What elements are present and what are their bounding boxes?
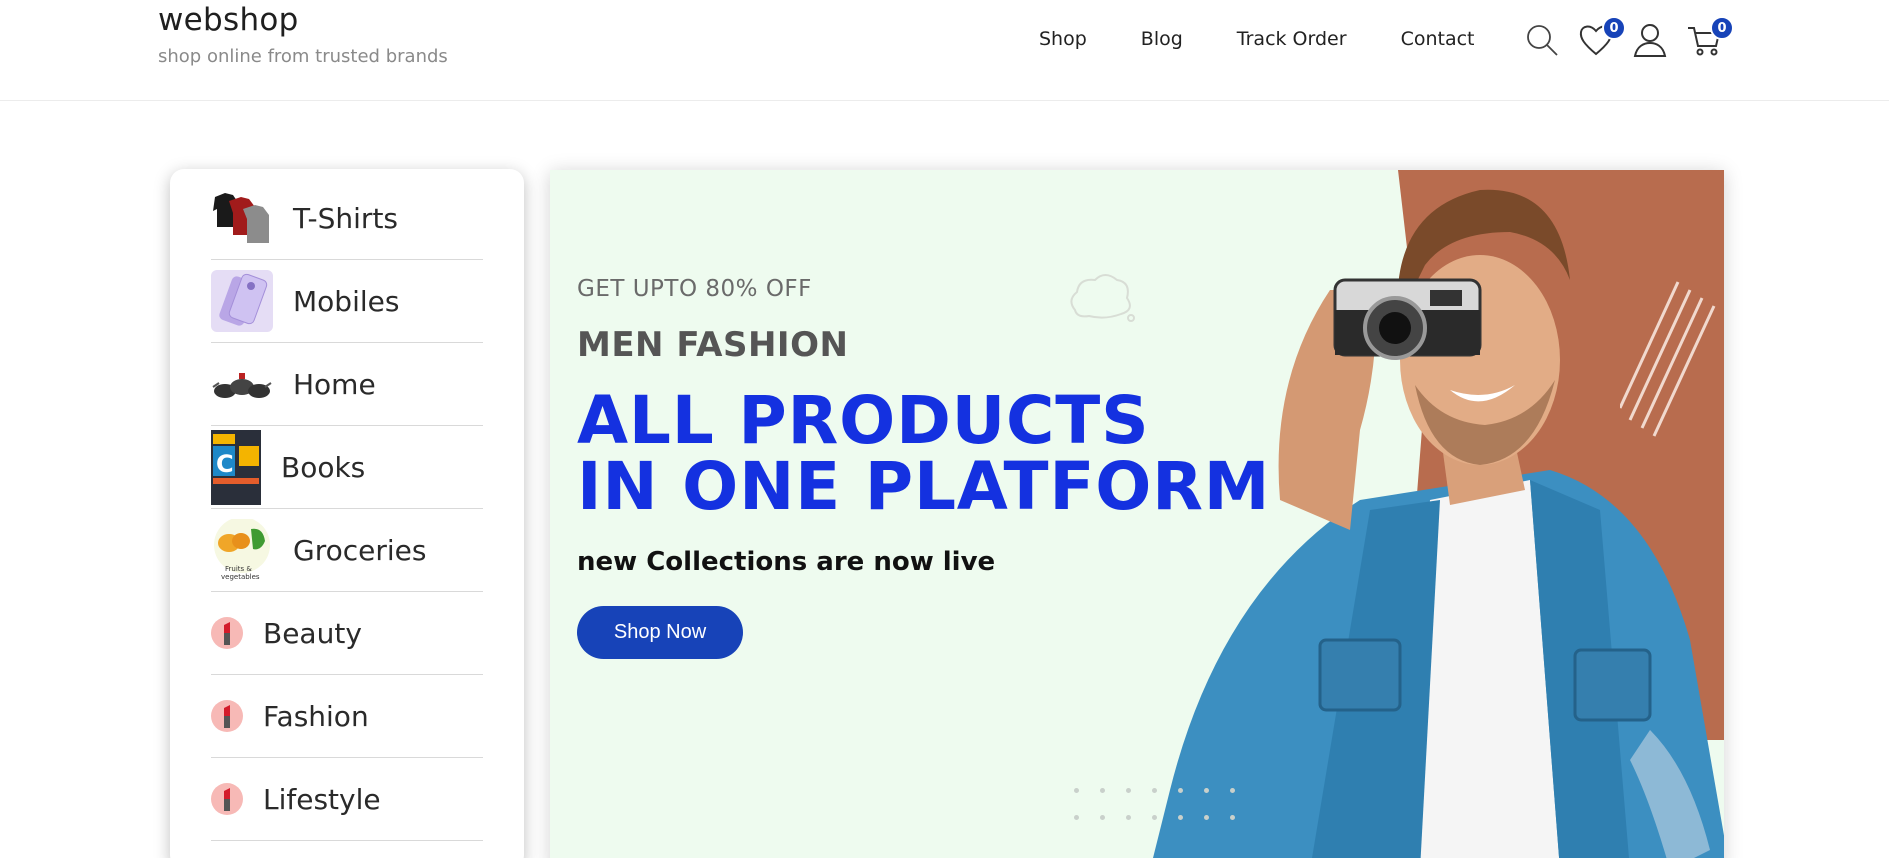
nav-track-order[interactable]: Track Order: [1237, 28, 1347, 50]
category-label: Home: [293, 367, 376, 401]
brand-tagline: shop online from trusted brands: [158, 46, 448, 67]
mobiles-thumb: [211, 270, 273, 332]
dot-pattern-decoration: [1074, 788, 1256, 820]
category-item-lifestyle[interactable]: Lifestyle: [211, 758, 483, 841]
books-thumb: C: [211, 429, 261, 505]
brand-name[interactable]: webshop: [158, 2, 448, 38]
category-label: Groceries: [293, 533, 427, 567]
nav-contact[interactable]: Contact: [1401, 28, 1475, 50]
svg-text:C: C: [216, 450, 234, 478]
wishlist-count-badge: 0: [1602, 16, 1626, 40]
cart-button[interactable]: 0: [1686, 16, 1734, 58]
category-item-home[interactable]: Home: [211, 343, 483, 426]
category-label: T-Shirts: [293, 201, 399, 235]
category-item-groceries[interactable]: Fruits & vegetables Groceries: [211, 509, 483, 592]
hero-description: new Collections are now live: [577, 547, 996, 577]
hero-title: ALL PRODUCTS IN ONE PLATFORM: [577, 388, 1270, 520]
site-header: webshop shop online from trusted brands …: [0, 0, 1889, 101]
tshirts-thumb: [211, 187, 273, 249]
hero-title-line-1: ALL PRODUCTS: [577, 382, 1150, 459]
account-button[interactable]: [1632, 22, 1668, 58]
groceries-thumb: Fruits & vegetables: [211, 519, 273, 581]
hero-title-line-2: IN ONE PLATFORM: [577, 448, 1271, 525]
groceries-thumb-caption: Fruits &: [225, 565, 252, 573]
svg-text:vegetables: vegetables: [221, 573, 260, 581]
main-nav: Shop Blog Track Order Contact: [1039, 28, 1528, 50]
lipstick-icon: [211, 700, 243, 732]
search-icon[interactable]: [1524, 22, 1560, 58]
nav-shop[interactable]: Shop: [1039, 28, 1087, 50]
category-label: Books: [281, 450, 366, 484]
category-label: Mobiles: [293, 284, 400, 318]
cookware-thumb: [211, 353, 273, 415]
category-item-beauty[interactable]: Beauty: [211, 592, 483, 675]
category-label: Beauty: [263, 616, 362, 650]
category-item-tshirts[interactable]: T-Shirts: [211, 177, 483, 260]
category-item-mobiles[interactable]: Mobiles: [211, 260, 483, 343]
hero-offer-text: GET UPTO 80% OFF: [577, 276, 812, 302]
wishlist-button[interactable]: 0: [1578, 16, 1626, 58]
shop-now-button[interactable]: Shop Now: [577, 606, 743, 659]
category-label: Lifestyle: [263, 782, 381, 816]
hero-banner: GET UPTO 80% OFF MEN FASHION ALL PRODUCT…: [550, 170, 1724, 858]
category-sidebar: T-Shirts Mobiles Home C Books Fruits & v…: [170, 169, 524, 858]
lipstick-icon: [211, 783, 243, 815]
category-item-fashion[interactable]: Fashion: [211, 675, 483, 758]
category-label: Fashion: [263, 699, 369, 733]
hero-category-text: MEN FASHION: [577, 325, 849, 365]
header-icons: 0 0: [1524, 16, 1734, 58]
brand[interactable]: webshop shop online from trusted brands: [158, 2, 448, 67]
nav-blog[interactable]: Blog: [1141, 28, 1183, 50]
lipstick-icon: [211, 617, 243, 649]
user-icon: [1633, 24, 1667, 57]
category-item-books[interactable]: C Books: [211, 426, 483, 509]
cart-count-badge: 0: [1710, 16, 1734, 40]
